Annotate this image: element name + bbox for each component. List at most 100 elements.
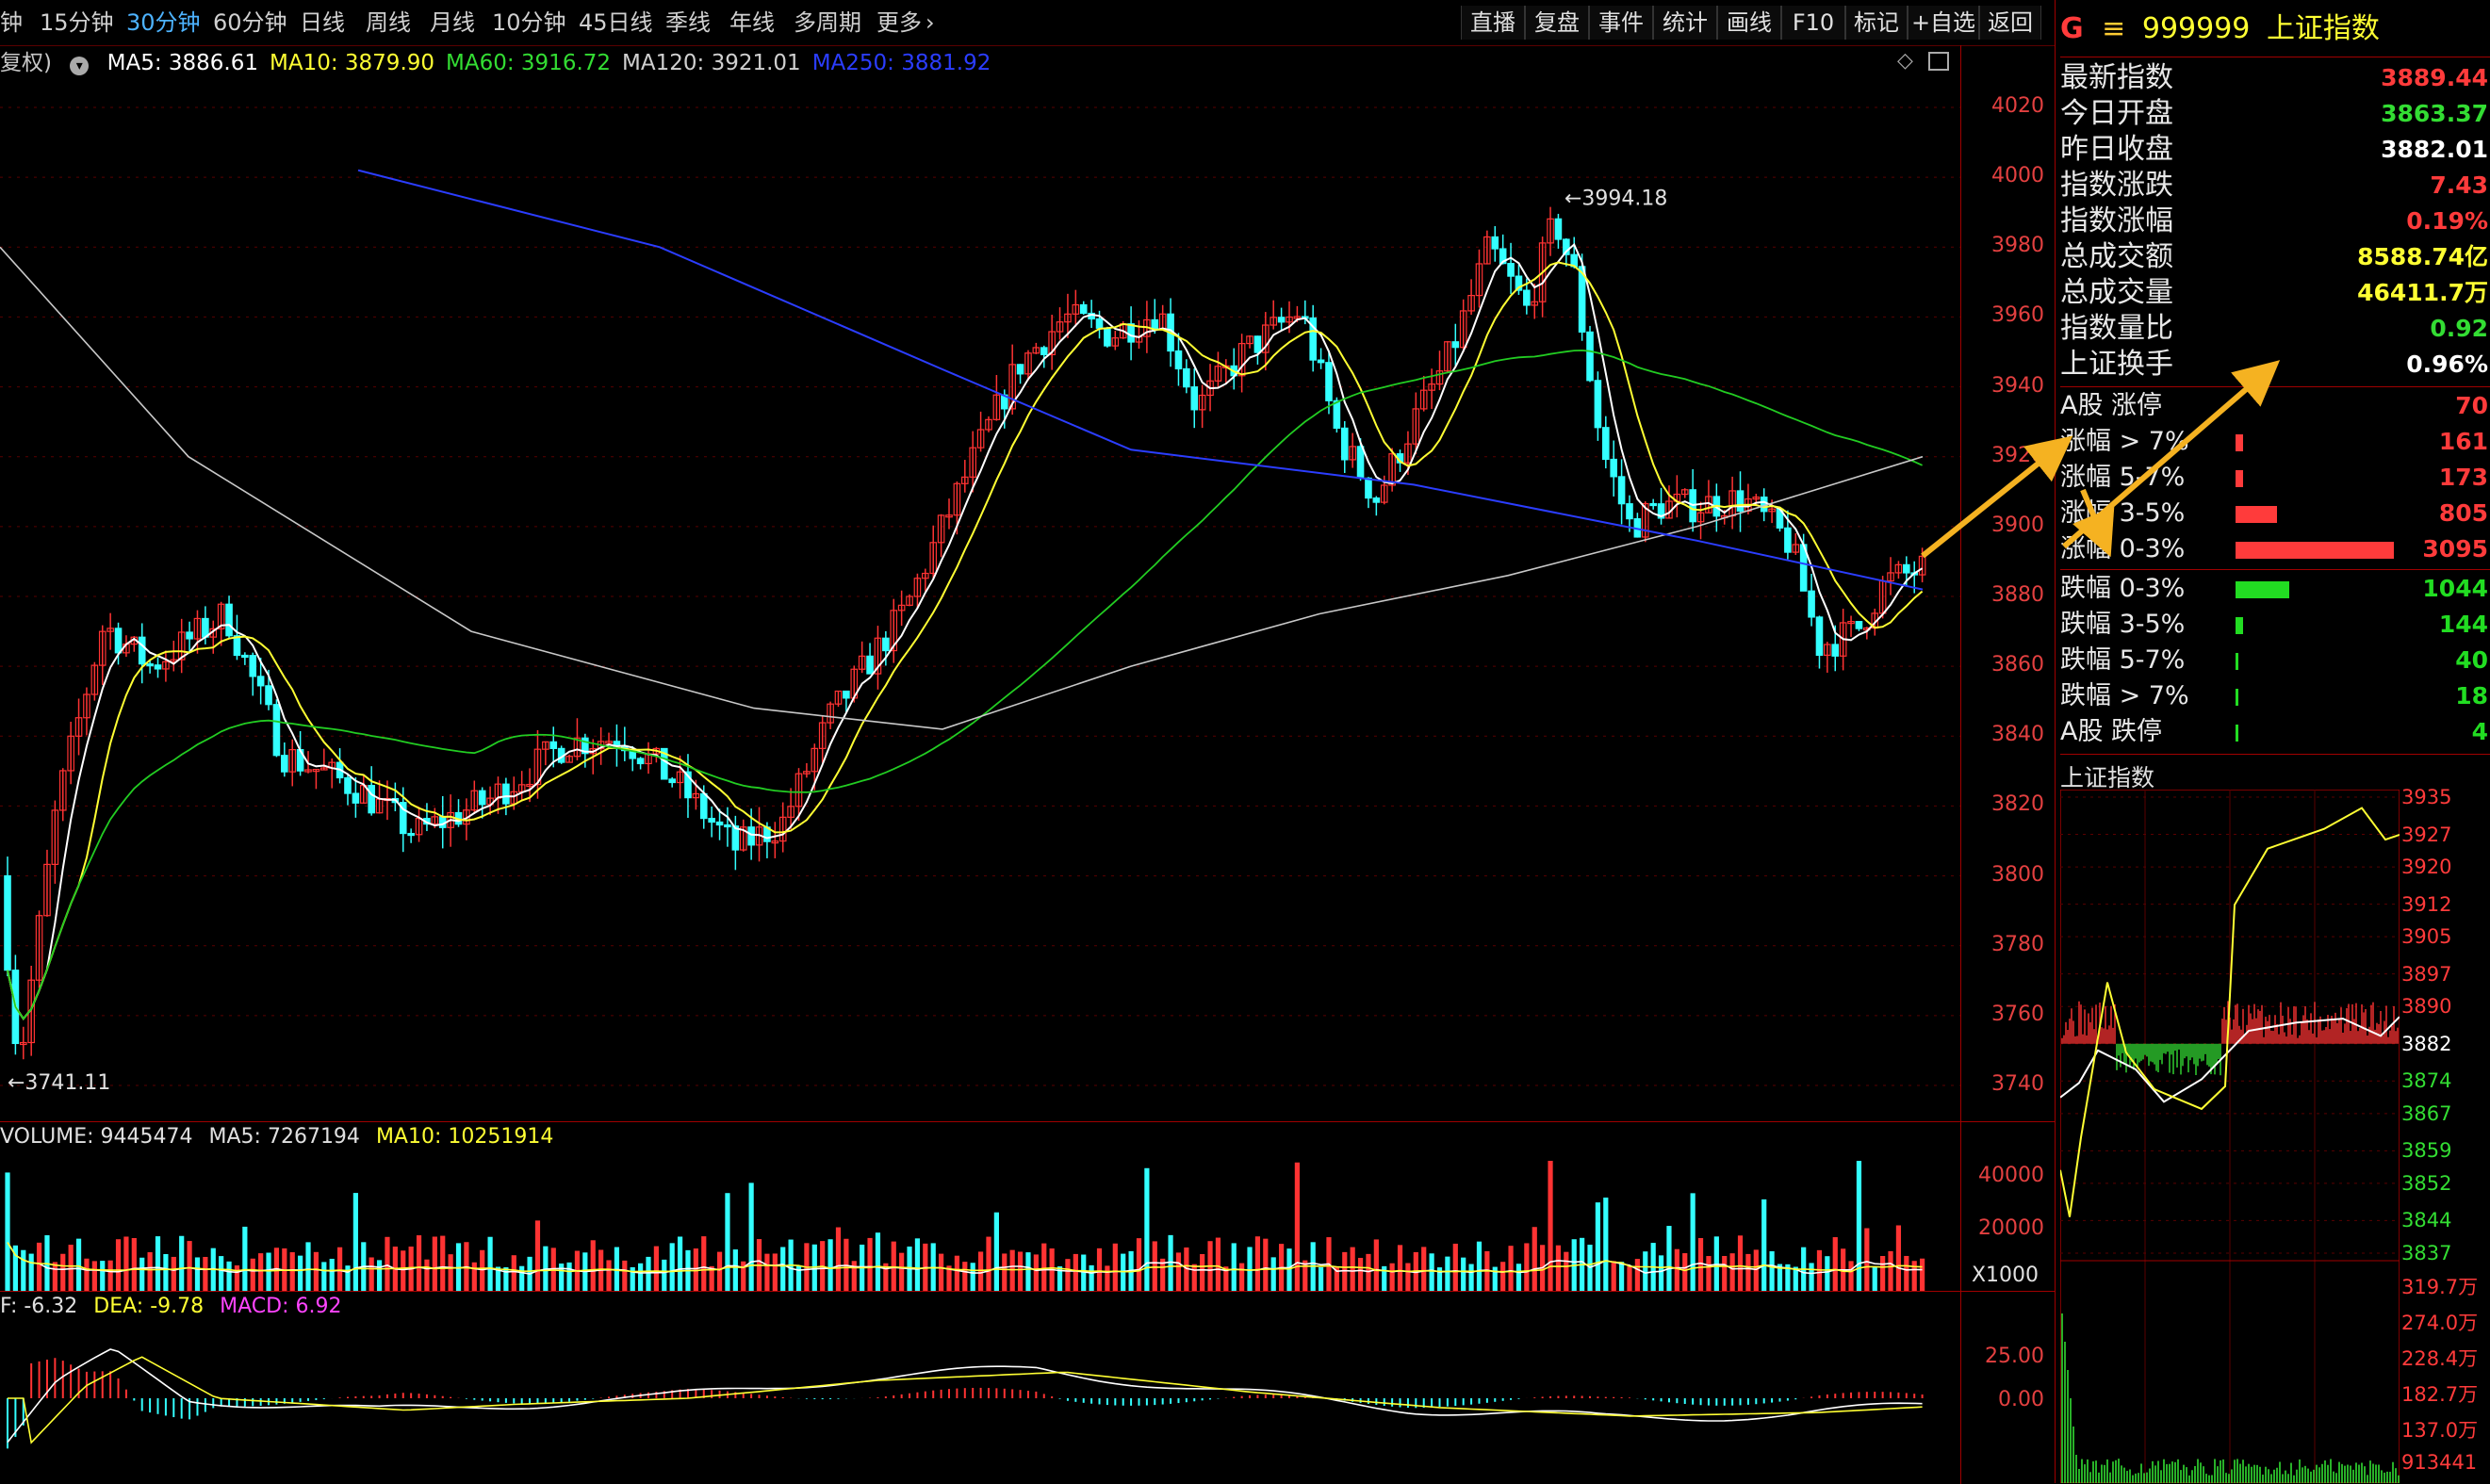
volume-bar <box>1595 1202 1601 1291</box>
chevron-right-icon[interactable]: › <box>926 0 935 45</box>
dropdown-icon[interactable]: ▾ <box>70 57 90 75</box>
volume-bar <box>590 1240 596 1291</box>
volume-bar <box>471 1262 477 1291</box>
intraday-tick: 3897 <box>2401 962 2452 986</box>
stock-name: 上证指数 <box>2266 12 2380 45</box>
candle-body <box>225 603 233 637</box>
volume-bar <box>1555 1245 1562 1291</box>
arrow-to-axis <box>1921 435 2073 559</box>
quote-label: 指数涨幅 <box>2060 204 2173 237</box>
volume-bar <box>219 1256 224 1291</box>
price-tick: 3980 <box>1991 234 2044 258</box>
volume-bar <box>1270 1257 1276 1291</box>
window-icon[interactable] <box>1928 52 1949 71</box>
period-tab[interactable]: 15分钟 <box>40 0 114 45</box>
volume-chart[interactable] <box>0 1151 1960 1291</box>
candle-body <box>241 654 249 659</box>
volume-bar <box>179 1235 185 1291</box>
period-tab[interactable]: 季线 <box>665 0 711 45</box>
period-tab[interactable]: 日线 <box>300 0 345 45</box>
kline-chart[interactable]: ←3994.18 ←3741.11 <box>0 79 1960 1121</box>
volume-bar <box>1722 1255 1728 1291</box>
dea-label: DEA: -9.78 <box>93 1295 205 1318</box>
volume-bar <box>1492 1266 1498 1291</box>
breadth-value: 18 <box>2455 682 2488 709</box>
volume-bar <box>1065 1259 1071 1291</box>
volume-bar <box>1880 1255 1886 1291</box>
volume-bar <box>84 1258 90 1291</box>
volume-bar <box>1825 1256 1830 1291</box>
macd-legend: F: -6.32 DEA: -9.78 MACD: 6.92 <box>0 1295 341 1318</box>
volume-bar <box>638 1263 644 1291</box>
period-tab[interactable]: 45日线 <box>579 0 653 45</box>
volume-bar <box>448 1254 453 1291</box>
volume-bar <box>1682 1253 1688 1291</box>
period-tab[interactable]: 60分钟 <box>213 0 287 45</box>
volume-bar <box>534 1220 541 1291</box>
volume-bar <box>962 1262 968 1291</box>
volume-bar <box>1191 1264 1197 1291</box>
candle-body <box>1079 303 1088 315</box>
volume-bar <box>780 1247 786 1291</box>
volume-bar <box>432 1236 437 1291</box>
intraday-tick: 3867 <box>2401 1101 2452 1125</box>
candle-body <box>272 704 281 757</box>
candle-body <box>747 826 755 846</box>
tool-button[interactable]: 统计 <box>1653 6 1717 40</box>
period-tab[interactable]: 年线 <box>729 0 775 45</box>
breadth-value: 4 <box>2471 718 2488 745</box>
quote-row: 指数涨跌 7.43 <box>2060 168 2490 204</box>
tool-button[interactable]: +自选 <box>1908 6 1979 40</box>
volume-bar <box>1769 1250 1775 1291</box>
quote-value: 8588.74亿 <box>2357 243 2488 270</box>
candle-body <box>724 824 731 828</box>
volume-bar <box>1618 1262 1625 1291</box>
volume-bar <box>1643 1251 1648 1291</box>
volume-bar <box>1856 1161 1862 1291</box>
volume-bar <box>725 1193 730 1291</box>
tool-button[interactable]: 返回 <box>1979 6 2041 40</box>
volume-bar <box>1389 1263 1395 1291</box>
volume-bar <box>440 1235 446 1291</box>
candle-body <box>1325 362 1333 401</box>
period-tab[interactable]: 10分钟 <box>492 0 566 45</box>
menu-icon[interactable]: ≡ <box>2102 12 2125 45</box>
period-tab[interactable]: 月线 <box>430 0 475 45</box>
candle-body <box>1356 446 1365 480</box>
volume-bar <box>559 1264 565 1291</box>
volume-bar <box>1611 1261 1616 1291</box>
period-tab[interactable]: 周线 <box>366 0 411 45</box>
tool-button[interactable]: 直播 <box>1461 6 1525 40</box>
tool-button[interactable]: F10 <box>1781 6 1845 40</box>
breadth-row: 跌幅 5-7% 40 <box>2060 643 2490 678</box>
volume-bar <box>313 1251 319 1291</box>
volume-bar <box>1713 1236 1719 1291</box>
diamond-icon[interactable]: ◇ <box>1897 49 1913 73</box>
tool-button[interactable]: 标记 <box>1845 6 1908 40</box>
quote-value: 7.43 <box>2430 171 2488 199</box>
candle-body <box>1554 218 1563 240</box>
macd-chart[interactable] <box>0 1319 1960 1483</box>
candle-body <box>668 778 676 784</box>
volume-bar <box>622 1260 628 1291</box>
period-tab[interactable]: 多周期 <box>794 0 861 45</box>
period-tab[interactable]: 30分钟 <box>126 0 201 45</box>
tool-button[interactable]: 事件 <box>1589 6 1653 40</box>
breadth-bar <box>2236 725 2238 742</box>
volume-bar <box>1096 1248 1103 1291</box>
period-tab[interactable]: 钟 <box>0 0 23 45</box>
candle-body <box>138 636 146 665</box>
volume-bar <box>606 1260 612 1291</box>
volume-bar <box>115 1239 122 1291</box>
candle-body <box>636 758 645 765</box>
period-tab[interactable]: 更多 <box>876 0 922 45</box>
volume-bar <box>60 1253 66 1291</box>
tool-button[interactable]: 画线 <box>1717 6 1781 40</box>
quote-label: 指数涨跌 <box>2060 169 2173 202</box>
quote-label: 指数量比 <box>2060 312 2173 345</box>
intraday-chart[interactable] <box>2060 790 2400 1483</box>
volume-multiplier: X1000 <box>1971 1264 2039 1287</box>
breadth-value: 1044 <box>2422 575 2488 602</box>
tool-button[interactable]: 复盘 <box>1525 6 1589 40</box>
volume-ma10-label: MA10: 10251914 <box>375 1125 554 1149</box>
